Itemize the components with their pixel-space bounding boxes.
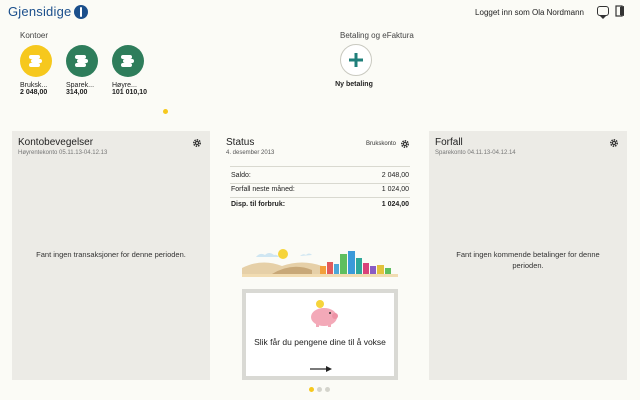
- account-amount: 2 048,00: [20, 89, 48, 96]
- card-subtitle: Sparekonto 04.11.13-04.12.14: [435, 150, 516, 156]
- top-bar: Gjensidige Logget inn som Ola Nordmann: [0, 0, 640, 26]
- status-row-value: 1 024,00: [381, 201, 409, 208]
- page-dot-active[interactable]: [309, 387, 314, 392]
- logout-icon[interactable]: [615, 5, 627, 17]
- account-amount: 314,00: [66, 89, 88, 96]
- coins-icon: [29, 55, 43, 67]
- status-row-label: Saldo:: [231, 172, 251, 179]
- piggy-bank-icon: [311, 300, 338, 327]
- payments-label: Betaling og eFaktura: [340, 31, 414, 40]
- new-payment-button[interactable]: Ny betaling: [334, 44, 378, 88]
- divider: [230, 166, 410, 167]
- kontobevegelser-card: Kontobevegelser Høyrentekonto 05.11.13-0…: [12, 131, 210, 380]
- new-payment-label: Ny betaling: [335, 81, 373, 88]
- status-row-value: 1 024,00: [381, 186, 409, 193]
- account-item-hoyrentekonto[interactable]: Høyre... 101 010,10: [112, 45, 148, 96]
- accounts-pager-dot[interactable]: [163, 109, 168, 114]
- account-item-sparekonto[interactable]: Sparek... 314,00: [66, 45, 100, 96]
- status-row-saldo: Saldo: 2 048,00: [231, 172, 409, 179]
- page-dot[interactable]: [317, 387, 322, 392]
- chat-icon[interactable]: [597, 6, 609, 19]
- status-row-label: Forfall neste måned:: [231, 186, 295, 193]
- account-circle: [66, 45, 98, 77]
- status-account-name: Brukskonto: [365, 141, 396, 147]
- account-name: Sparek...: [66, 82, 95, 89]
- account-name: Bruksk...: [20, 82, 48, 89]
- settings-gear-icon[interactable]: [192, 138, 202, 148]
- page-indicator: [309, 387, 330, 392]
- account-circle: [20, 45, 52, 77]
- card-title: Forfall: [435, 137, 463, 148]
- account-circle: [112, 45, 144, 77]
- divider: [230, 197, 410, 198]
- account-item-brukskonto[interactable]: Bruksk... 2 048,00: [20, 45, 54, 96]
- divider: [230, 183, 410, 184]
- empty-message: Fant ingen transaksjoner for denne perio…: [36, 250, 186, 259]
- account-amount: 101 010,10: [112, 89, 148, 96]
- empty-message: Fant ingen kommende betalinger for denne…: [456, 250, 600, 270]
- plus-circle: [340, 44, 372, 76]
- forfall-card: Forfall Sparekonto 04.11.13-04.12.14 Fan…: [429, 131, 627, 380]
- account-name: Høyre...: [112, 82, 137, 89]
- coins-icon: [121, 55, 135, 67]
- status-card: Status 4. desember 2013 Brukskonto Saldo…: [221, 131, 419, 380]
- brand-logo[interactable]: Gjensidige: [8, 4, 89, 19]
- plus-icon: [349, 53, 363, 67]
- brand-emblem-icon: [74, 4, 89, 19]
- coins-icon: [75, 55, 89, 67]
- savings-tip-text: Slik får du pengene dine til å vokse: [254, 337, 386, 347]
- accounts-label: Kontoer: [20, 31, 49, 40]
- status-date: 4. desember 2013: [226, 150, 275, 156]
- city-skyline-illustration: [242, 249, 398, 277]
- settings-gear-icon[interactable]: [400, 139, 410, 149]
- status-row-value: 2 048,00: [381, 172, 409, 179]
- settings-gear-icon[interactable]: [609, 138, 619, 148]
- status-row-forfall: Forfall neste måned: 1 024,00: [231, 186, 409, 193]
- savings-tip-card[interactable]: Slik får du pengene dine til å vokse: [242, 289, 398, 380]
- logged-in-text: Logget inn som Ola Nordmann: [475, 8, 584, 17]
- page-dot[interactable]: [325, 387, 330, 392]
- card-subtitle: Høyrentekonto 05.11.13-04.12.13: [18, 150, 108, 156]
- card-title: Kontobevegelser: [18, 137, 94, 148]
- brand-name: Gjensidige: [8, 4, 72, 19]
- status-title: Status: [226, 137, 255, 148]
- status-row-disponibelt: Disp. til forbruk: 1 024,00: [231, 201, 409, 208]
- arrow-right-icon[interactable]: [310, 366, 332, 372]
- status-row-label: Disp. til forbruk:: [231, 201, 286, 208]
